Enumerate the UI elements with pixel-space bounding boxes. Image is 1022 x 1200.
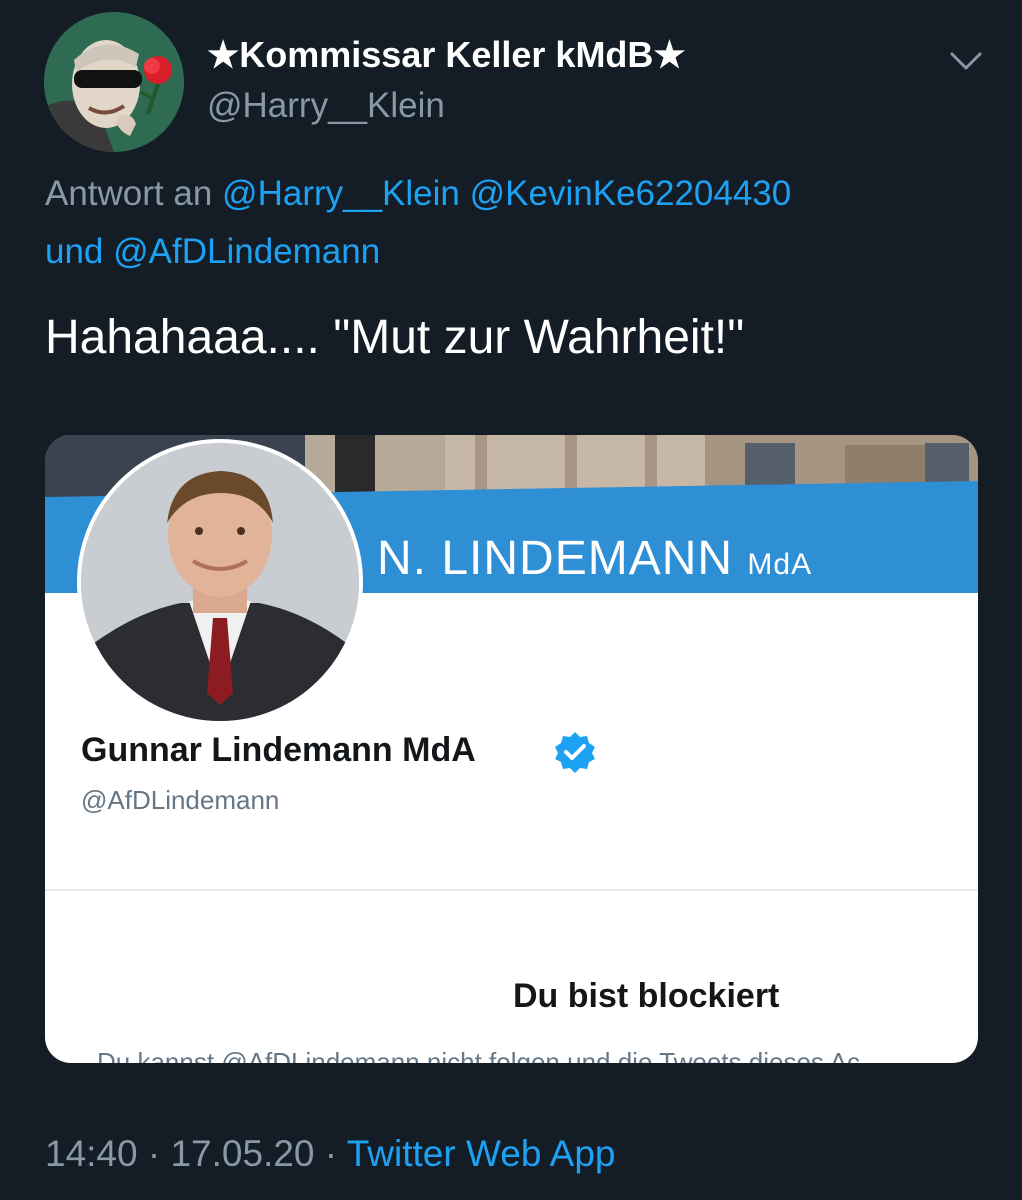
profile-handle: @AfDLindemann (81, 785, 280, 815)
tweet-text: Hahahaaa.... "Mut zur Wahrheit!" (45, 311, 745, 364)
mention-link[interactable]: @AfDLindemann (113, 232, 380, 271)
author-display-name[interactable]: ★Kommissar Keller kMdB★ (207, 34, 686, 76)
mention-link[interactable]: @KevinKe62204430 (470, 174, 792, 213)
chevron-down-icon[interactable] (944, 44, 988, 78)
banner-title: N. LINDEMANN MdA (377, 531, 812, 586)
blocked-title: Du bist blockiert (513, 977, 780, 1015)
tweet-meta: 14:40 · 17.05.20 · Twitter Web App (45, 1133, 615, 1175)
tweet-time: 14:40 (45, 1133, 138, 1174)
author-avatar[interactable] (44, 12, 184, 152)
profile-display-name: Gunnar Lindemann MdA (81, 731, 476, 769)
blocked-text: Du kannst @AfDLindemann nicht folgen und… (97, 1047, 861, 1063)
reply-conjunction[interactable]: und (45, 232, 103, 271)
meta-separator: · (147, 1133, 161, 1174)
reply-context-line-2: und @AfDLindemann (45, 232, 380, 272)
tweet-date: 17.05.20 (170, 1133, 315, 1174)
verified-badge-icon (553, 730, 597, 774)
meta-separator: · (324, 1133, 338, 1174)
banner-title-suffix: MdA (747, 548, 813, 581)
tweet-source-link[interactable]: Twitter Web App (347, 1133, 616, 1174)
tweet-image[interactable]: N. LINDEMANN MdA Gunnar Lindemann MdA @A… (45, 435, 978, 1063)
reply-prefix: Antwort an (45, 174, 213, 213)
author-handle[interactable]: @Harry__Klein (207, 86, 445, 126)
mention-link[interactable]: @Harry__Klein (222, 174, 460, 213)
reply-context: Antwort an @Harry__Klein @KevinKe6220443… (45, 174, 791, 214)
divider (45, 889, 978, 891)
profile-avatar (77, 439, 363, 725)
banner-title-name: N. LINDEMANN (377, 532, 734, 585)
